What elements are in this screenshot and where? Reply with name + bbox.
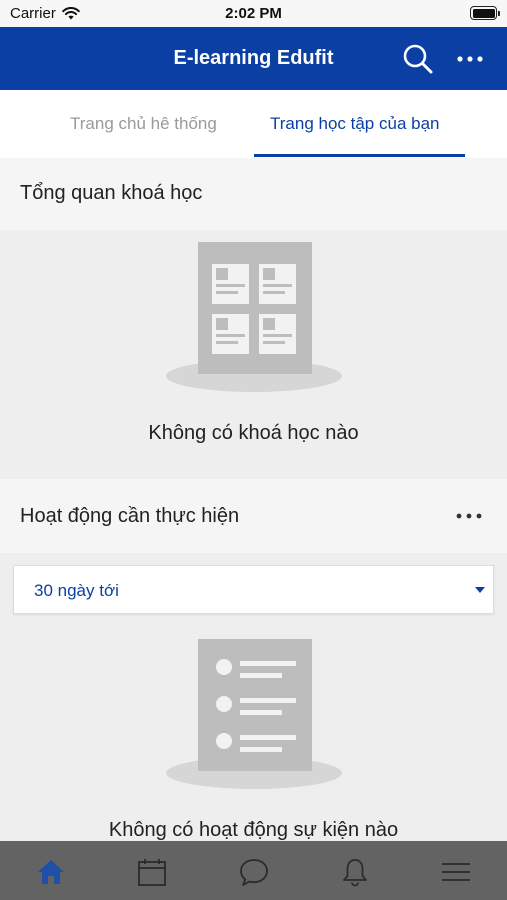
tab-my-learning[interactable]: Trang học tập của bạn [270,114,440,134]
courses-empty-illustration [166,242,342,392]
more-horizontal-icon [456,513,482,519]
course-overview-header: Tổng quan khoá học [0,158,507,230]
search-button[interactable] [400,41,436,77]
course-overview-title: Tổng quan khoá học [20,182,203,204]
bottom-navigation [0,841,507,900]
nav-notifications[interactable] [338,856,372,888]
more-options-button[interactable] [452,41,488,77]
tab-system-home[interactable]: Trang chủ hê thống [70,114,217,134]
status-bar: Carrier 2:02 PM [0,0,507,27]
time-filter-value: 30 ngày tới [34,581,119,600]
activities-header: Hoạt động cần thực hiện [0,479,507,553]
activities-title: Hoạt động cần thực hiện [20,505,240,527]
tab-bar: Trang chủ hê thống Trang học tập của bạn [0,90,507,158]
nav-messages[interactable] [237,856,271,888]
more-horizontal-icon [457,56,483,62]
app-bar: E-learning Edufit [0,27,507,90]
status-time: 2:02 PM [225,5,282,22]
no-courses-message: Không có khoá học nào [148,422,359,444]
battery-icon [470,6,500,20]
calendar-icon [138,859,166,886]
activities-more-button[interactable] [452,505,486,527]
course-overview-empty-state: Không có khoá học nào [0,230,507,479]
dropdown-arrow-icon [475,587,485,593]
menu-icon [442,863,470,881]
bell-icon [343,859,367,887]
activities-time-filter-select[interactable]: 30 ngày tới [13,565,494,614]
chat-icon [240,859,268,886]
nav-calendar[interactable] [135,856,169,888]
search-icon [403,44,433,74]
no-activities-message: Không có hoạt động sự kiện nào [108,819,399,841]
home-icon [38,860,64,884]
nav-home[interactable] [34,856,68,888]
nav-menu[interactable] [439,856,473,888]
active-tab-indicator [254,154,465,157]
activities-empty-illustration [166,639,342,789]
